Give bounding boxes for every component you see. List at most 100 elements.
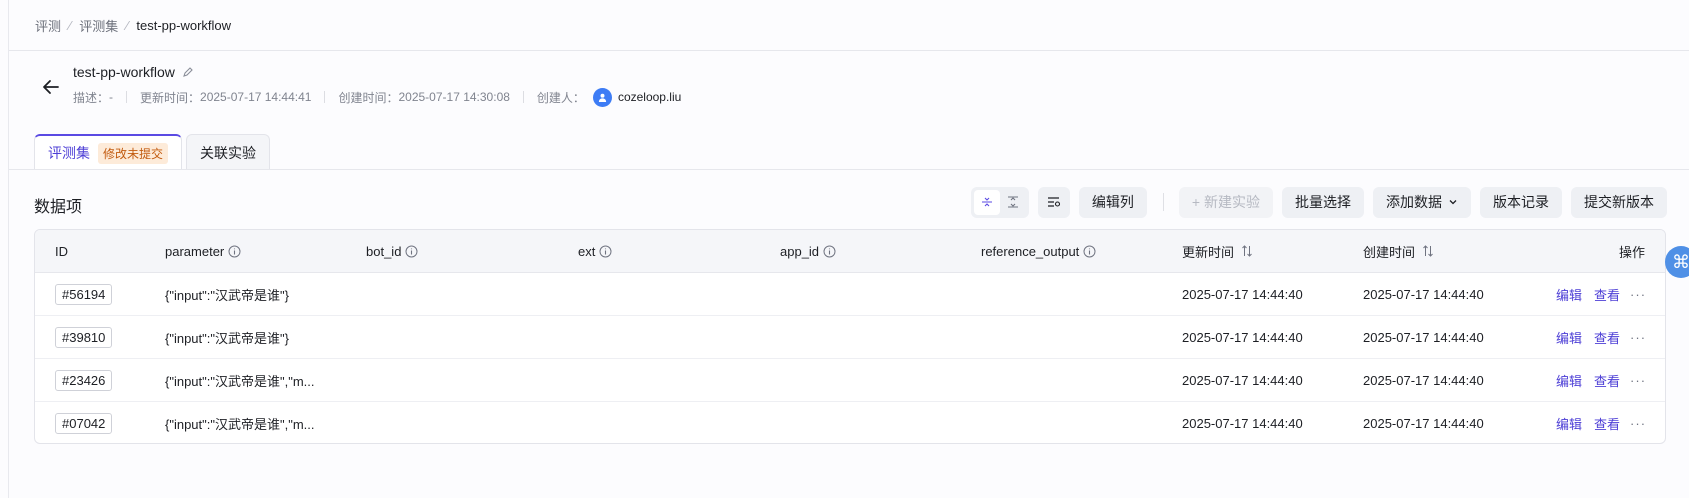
updated-label: 更新时间： — [140, 90, 201, 105]
more-options-icon[interactable]: ··· — [1630, 416, 1646, 431]
col-header-bot-id-label: bot_id — [366, 243, 402, 259]
unsubmitted-badge: 修改未提交 — [98, 142, 169, 164]
info-icon[interactable] — [823, 245, 836, 258]
col-header-created-label: 创建时间 — [1363, 244, 1416, 260]
col-header-id-label: ID — [55, 243, 68, 259]
row-created: 2025-07-17 14:44:40 — [1363, 372, 1484, 388]
col-header-created[interactable]: 创建时间 — [1363, 242, 1434, 261]
add-data-label: 添加数据 — [1386, 194, 1442, 210]
row-edit-link[interactable]: 编辑 — [1556, 371, 1582, 390]
density-toggle — [970, 186, 1029, 218]
col-header-updated-label: 更新时间 — [1182, 244, 1235, 260]
submit-version-button[interactable]: 提交新版本 — [1571, 186, 1667, 218]
info-icon[interactable] — [1083, 245, 1096, 258]
info-icon[interactable] — [228, 245, 241, 258]
compact-density-icon[interactable] — [973, 189, 1000, 215]
row-created: 2025-07-17 14:44:40 — [1363, 416, 1484, 431]
breadcrumb-item-eval[interactable]: 评测 — [35, 16, 61, 35]
tab-related-experiments[interactable]: 关联实验 — [186, 134, 271, 170]
breadcrumb-item-dataset[interactable]: 评测集 — [79, 16, 118, 35]
table-header: ID parameter bot_id ext app_id reference… — [35, 230, 1665, 273]
row-parameter: {"input":"汉武帝是谁"} — [165, 330, 289, 346]
desc-value: - — [109, 90, 114, 104]
col-header-app-id-label: app_id — [780, 243, 820, 259]
row-edit-link[interactable]: 编辑 — [1556, 328, 1582, 347]
toolbar: 编辑列 + 新建实验 批量选择 添加数据 版本记录 提交新版本 — [970, 186, 1667, 218]
breadcrumb-separator: ⁄ — [69, 17, 72, 33]
edit-columns-button[interactable]: 编辑列 — [1078, 186, 1147, 218]
table-row[interactable]: #07042 {"input":"汉武帝是谁","m... 2025-07-17… — [35, 402, 1665, 443]
add-data-button[interactable]: 添加数据 — [1373, 186, 1471, 218]
col-header-id: ID — [55, 244, 68, 259]
col-header-bot-id: bot_id — [366, 244, 418, 259]
row-view-link[interactable]: 查看 — [1594, 414, 1620, 433]
row-parameter: {"input":"汉武帝是谁","m... — [165, 373, 315, 389]
meta-divider — [522, 91, 524, 103]
avatar — [592, 87, 612, 107]
creator-label: 创建人： — [536, 90, 585, 105]
edit-pencil-icon[interactable] — [181, 65, 195, 79]
chevron-down-icon — [1448, 197, 1458, 207]
row-view-link[interactable]: 查看 — [1594, 285, 1620, 304]
row-view-link[interactable]: 查看 — [1594, 328, 1620, 347]
batch-select-button[interactable]: 批量选择 — [1282, 186, 1364, 218]
sort-icon[interactable] — [1422, 245, 1434, 257]
created-value: 2025-07-17 14:30:08 — [398, 90, 510, 104]
dataset-title: test-pp-workflow — [73, 64, 175, 80]
info-icon[interactable] — [599, 245, 612, 258]
table-row[interactable]: #56194 {"input":"汉武帝是谁"} 2025-07-17 14:4… — [35, 273, 1665, 316]
col-header-parameter: parameter — [165, 244, 241, 259]
breadcrumb: 评测 ⁄ 评测集 ⁄ test-pp-workflow — [9, 0, 1689, 51]
col-header-actions-label: 操作 — [1618, 244, 1645, 260]
row-edit-link[interactable]: 编辑 — [1556, 414, 1582, 433]
col-header-parameter-label: parameter — [165, 243, 225, 259]
loose-density-icon[interactable] — [1000, 190, 1026, 215]
col-header-updated[interactable]: 更新时间 — [1182, 242, 1253, 261]
more-options-icon[interactable]: ··· — [1630, 287, 1646, 302]
desc-label: 描述： — [73, 90, 110, 105]
breadcrumb-separator: ⁄ — [126, 17, 129, 33]
section-title: 数据项 — [34, 199, 83, 216]
row-id-tag: #56194 — [55, 283, 113, 305]
more-options-icon[interactable]: ··· — [1630, 330, 1646, 345]
row-updated: 2025-07-17 14:44:40 — [1182, 372, 1303, 388]
version-history-button[interactable]: 版本记录 — [1480, 186, 1562, 218]
more-options-icon[interactable]: ··· — [1630, 373, 1646, 388]
col-header-actions: 操作 — [1619, 242, 1645, 261]
column-settings-icon[interactable] — [1037, 186, 1070, 218]
row-id-tag: #39810 — [55, 326, 113, 348]
created-label: 创建时间： — [338, 90, 399, 105]
row-edit-link[interactable]: 编辑 — [1556, 285, 1582, 304]
meta-divider — [324, 91, 326, 103]
row-updated: 2025-07-17 14:44:40 — [1182, 286, 1303, 302]
tab-dataset-label: 评测集 — [48, 145, 90, 161]
creator-name: cozeloop.liu — [617, 90, 682, 104]
col-header-ext: ext — [578, 244, 612, 259]
row-parameter: {"input":"汉武帝是谁"} — [165, 287, 289, 303]
col-header-reference-output-label: reference_output — [981, 243, 1080, 259]
new-experiment-button[interactable]: + 新建实验 — [1178, 186, 1273, 218]
updated-value: 2025-07-17 14:44:41 — [200, 90, 312, 104]
breadcrumb-item-current: test-pp-workflow — [136, 17, 232, 33]
sort-icon[interactable] — [1241, 245, 1253, 257]
tab-dataset[interactable]: 评测集 修改未提交 — [34, 134, 183, 170]
table-row[interactable]: #23426 {"input":"汉武帝是谁","m... 2025-07-17… — [35, 359, 1665, 402]
tab-related-experiments-label: 关联实验 — [200, 144, 257, 161]
back-arrow-icon[interactable] — [36, 72, 66, 102]
row-view-link[interactable]: 查看 — [1594, 371, 1620, 390]
row-created: 2025-07-17 14:44:40 — [1363, 329, 1484, 345]
row-id-tag: #07042 — [55, 413, 113, 434]
row-id-tag: #23426 — [55, 369, 113, 391]
row-created: 2025-07-17 14:44:40 — [1363, 286, 1484, 302]
info-icon[interactable] — [405, 245, 418, 258]
toolbar-divider — [1162, 193, 1164, 211]
tab-divider — [9, 169, 1689, 170]
col-header-app-id: app_id — [780, 244, 836, 259]
meta-divider — [126, 91, 128, 103]
table-row[interactable]: #39810 {"input":"汉武帝是谁"} 2025-07-17 14:4… — [35, 316, 1665, 359]
shortcut-float-icon[interactable]: ⌘ — [1665, 246, 1689, 278]
col-header-ext-label: ext — [578, 243, 596, 259]
dataset-header: test-pp-workflow 描述： - 更新时间： 2025-07-17 … — [36, 62, 682, 107]
row-updated: 2025-07-17 14:44:40 — [1182, 329, 1303, 345]
col-header-reference-output: reference_output — [981, 244, 1096, 259]
